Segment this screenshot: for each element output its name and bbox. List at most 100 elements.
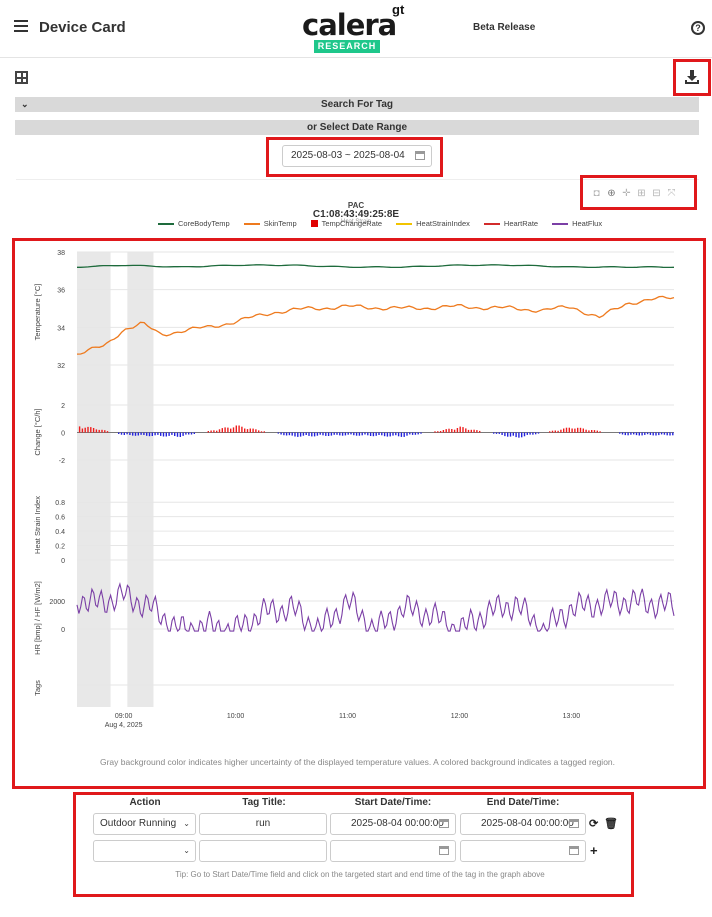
legend-item[interactable]: HeatStrainIndex <box>396 219 470 228</box>
legend-label: HeartRate <box>503 219 539 228</box>
chart-svg[interactable]: 38 36 34 32 Temperature [°C] 2 0 -2 Change [°C/h… <box>14 240 704 785</box>
grid-layout-icon[interactable] <box>15 71 28 84</box>
start-datetime-value: 2025-08-04 00:00:00 <box>351 818 444 829</box>
action-select-new[interactable]: ⌄ <box>93 840 196 862</box>
change-rate-bar <box>369 432 372 436</box>
change-rate-bar <box>535 432 537 435</box>
x-tick-label: 09:00 <box>115 713 133 720</box>
change-rate-bar <box>397 432 400 437</box>
change-rate-bar <box>663 432 666 435</box>
legend-item[interactable]: SkinTemp <box>243 219 297 228</box>
change-rate-bar <box>526 432 528 435</box>
change-rate-bar <box>344 432 347 436</box>
change-rate-bar <box>350 432 352 435</box>
help-icon[interactable]: ? <box>691 21 705 35</box>
y-axis-label: Tags <box>33 680 42 696</box>
change-rate-bar <box>308 432 310 436</box>
change-rate-bar <box>305 432 307 435</box>
change-rate-bar <box>456 428 459 433</box>
change-rate-bar <box>672 432 674 436</box>
change-rate-bar <box>445 429 447 433</box>
change-rate-bar <box>230 428 232 433</box>
tag-title-input-new[interactable] <box>199 840 327 862</box>
tag-tip: Tip: Go to Start Date/Time field and cli… <box>175 870 545 879</box>
change-rate-bar <box>319 432 321 435</box>
change-rate-bar <box>495 432 498 434</box>
zoom-icon[interactable]: ⊕ <box>606 188 617 199</box>
change-rate-bar <box>179 432 181 437</box>
change-rate-bar <box>330 432 333 436</box>
action-select[interactable]: Outdoor Running ⌄ <box>93 813 196 835</box>
search-tag-bar[interactable]: ⌄ Search For Tag <box>15 97 699 112</box>
change-rate-bar <box>325 432 327 436</box>
date-range-input[interactable]: 2025-08-03 ~ 2025-08-04 <box>282 145 432 167</box>
change-rate-bar <box>599 431 601 433</box>
change-rate-bar <box>518 432 520 438</box>
legend-item[interactable]: TempChangeRate <box>310 219 382 228</box>
camera-icon[interactable]: ◘ <box>591 188 602 199</box>
change-rate-bar <box>263 431 265 433</box>
legend-item[interactable]: CoreBodyTemp <box>158 219 230 228</box>
change-rate-bar <box>375 432 377 436</box>
zoom-in-icon[interactable]: ⊞ <box>636 188 647 199</box>
change-rate-bar <box>453 429 456 433</box>
change-rate-bar <box>154 432 156 436</box>
add-icon[interactable]: + <box>590 843 598 858</box>
change-rate-bar <box>386 432 389 437</box>
menu-icon[interactable] <box>14 20 28 34</box>
change-rate-bar <box>353 432 355 436</box>
change-rate-bar <box>227 427 229 433</box>
change-rate-bar <box>585 429 587 433</box>
uncertainty-region <box>127 252 154 707</box>
page-title: Device Card <box>39 19 126 36</box>
change-rate-bar <box>442 430 445 433</box>
change-rate-bar <box>123 432 125 435</box>
legend-item[interactable]: HeartRate <box>483 219 539 228</box>
change-rate-bar <box>249 428 251 433</box>
legend-label: HeatFlux <box>572 219 603 228</box>
change-rate-bar <box>221 428 223 433</box>
change-rate-bar <box>134 432 137 436</box>
change-rate-bar <box>406 432 408 436</box>
tag-title-input[interactable]: run <box>199 813 327 835</box>
change-rate-bar <box>288 432 291 436</box>
change-rate-bar <box>498 432 500 434</box>
legend-item[interactable]: HeatFlux <box>552 219 602 228</box>
chart-legend: CoreBodyTemp SkinTemp TempChangeRate HeatSt… <box>158 219 602 228</box>
y-axis-label: Change [°C/h] <box>33 408 42 455</box>
change-rate-bar <box>333 432 335 435</box>
y-tick-label: 32 <box>57 363 65 370</box>
x-tick-label: 12:00 <box>451 713 469 720</box>
autoscale-icon[interactable]: ⤧ <box>666 188 677 199</box>
change-rate-bar <box>577 427 579 433</box>
x-tick-label: 11:00 <box>339 713 356 720</box>
zoom-out-icon[interactable]: ⊟ <box>651 188 662 199</box>
change-rate-bar <box>437 431 439 433</box>
start-datetime-input-new[interactable] <box>330 840 456 862</box>
change-rate-bar <box>669 432 671 436</box>
change-rate-bar <box>190 432 193 435</box>
pan-icon[interactable]: ✛ <box>621 188 632 199</box>
change-rate-bar <box>162 432 165 437</box>
end-datetime-input[interactable]: 2025-08-04 00:00:00 <box>460 813 586 835</box>
change-rate-bar <box>302 432 305 436</box>
change-rate-bar <box>630 432 632 435</box>
change-rate-bar <box>210 430 212 433</box>
change-rate-bar <box>459 426 461 433</box>
refresh-icon[interactable]: ⟳ <box>589 817 598 830</box>
change-rate-bar <box>400 432 403 437</box>
change-rate-bar <box>132 432 134 436</box>
trash-icon[interactable]: 🗑 <box>604 817 618 830</box>
change-rate-bar <box>129 432 131 435</box>
change-rate-bar <box>185 432 187 435</box>
x-tick-label: 13:00 <box>563 713 581 720</box>
date-range-value: 2025-08-03 ~ 2025-08-04 <box>291 150 405 161</box>
download-icon[interactable] <box>683 68 701 86</box>
end-datetime-input-new[interactable] <box>460 840 586 862</box>
header-action: Action <box>129 797 161 808</box>
start-datetime-input[interactable]: 2025-08-04 00:00:00 <box>330 813 456 835</box>
change-rate-bar <box>95 429 98 433</box>
chevron-down-icon: ⌄ <box>183 846 190 855</box>
change-rate-bar <box>341 432 344 436</box>
change-rate-bar <box>403 432 405 437</box>
